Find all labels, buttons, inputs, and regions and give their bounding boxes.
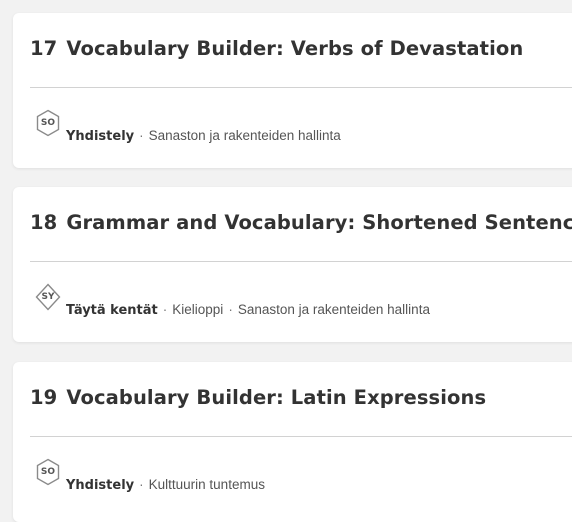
- separator: ·: [139, 128, 144, 143]
- hexagon-badge-icon: SO: [35, 458, 61, 486]
- exercise-card[interactable]: 19 Vocabulary Builder: Latin Expressions …: [13, 362, 572, 522]
- exercise-title[interactable]: 18 Grammar and Vocabulary: Shortened Sent…: [30, 211, 572, 234]
- exercise-title[interactable]: 17 Vocabulary Builder: Verbs of Devastati…: [30, 37, 523, 60]
- badge-label: SY: [41, 292, 55, 302]
- exercise-meta: SO Yhdistely · Sanaston ja rakenteiden hal…: [35, 109, 572, 144]
- exercise-meta: SY Täytä kentät · Kielioppi · Sanaston ja ra…: [35, 283, 572, 318]
- divider: [30, 87, 572, 88]
- exercise-meta: SO Yhdistely · Kulttuurin tuntemus: [35, 458, 572, 493]
- diamond-badge-icon: SY: [35, 283, 61, 311]
- exercise-title-text: Vocabulary Builder: Verbs of Devastation: [66, 37, 524, 60]
- exercise-title[interactable]: 19 Vocabulary Builder: Latin Expressions: [30, 386, 486, 409]
- exercise-type: Yhdistely: [66, 129, 135, 144]
- exercise-card[interactable]: 17 Vocabulary Builder: Verbs of Devastati…: [13, 13, 572, 168]
- exercise-title-text: Vocabulary Builder: Latin Expressions: [66, 386, 487, 409]
- exercise-tag: Kulttuurin tuntemus: [148, 477, 265, 492]
- separator: ·: [139, 477, 144, 492]
- exercise-tag: Kielioppi: [172, 302, 224, 317]
- exercise-tag: Sanaston ja rakenteiden hallinta: [237, 302, 430, 317]
- hexagon-badge-icon: SO: [35, 109, 61, 137]
- separator: ·: [162, 302, 168, 317]
- divider: [30, 261, 572, 262]
- badge-label: SO: [40, 467, 56, 477]
- badge-label: SO: [40, 118, 56, 128]
- divider: [30, 436, 572, 437]
- exercise-type: Yhdistely: [66, 478, 135, 493]
- exercise-card[interactable]: 18 Grammar and Vocabulary: Shortened Sent…: [13, 187, 572, 342]
- exercise-type: Täytä kentät: [66, 303, 158, 318]
- exercise-tag: Sanaston ja rakenteiden hallinta: [148, 128, 341, 143]
- exercise-title-text: Grammar and Vocabulary: Shortened Senten…: [66, 211, 572, 234]
- exercise-number: 18: [30, 211, 58, 234]
- exercise-number: 17: [30, 37, 58, 60]
- exercise-number: 19: [30, 386, 58, 409]
- separator: ·: [228, 302, 233, 317]
